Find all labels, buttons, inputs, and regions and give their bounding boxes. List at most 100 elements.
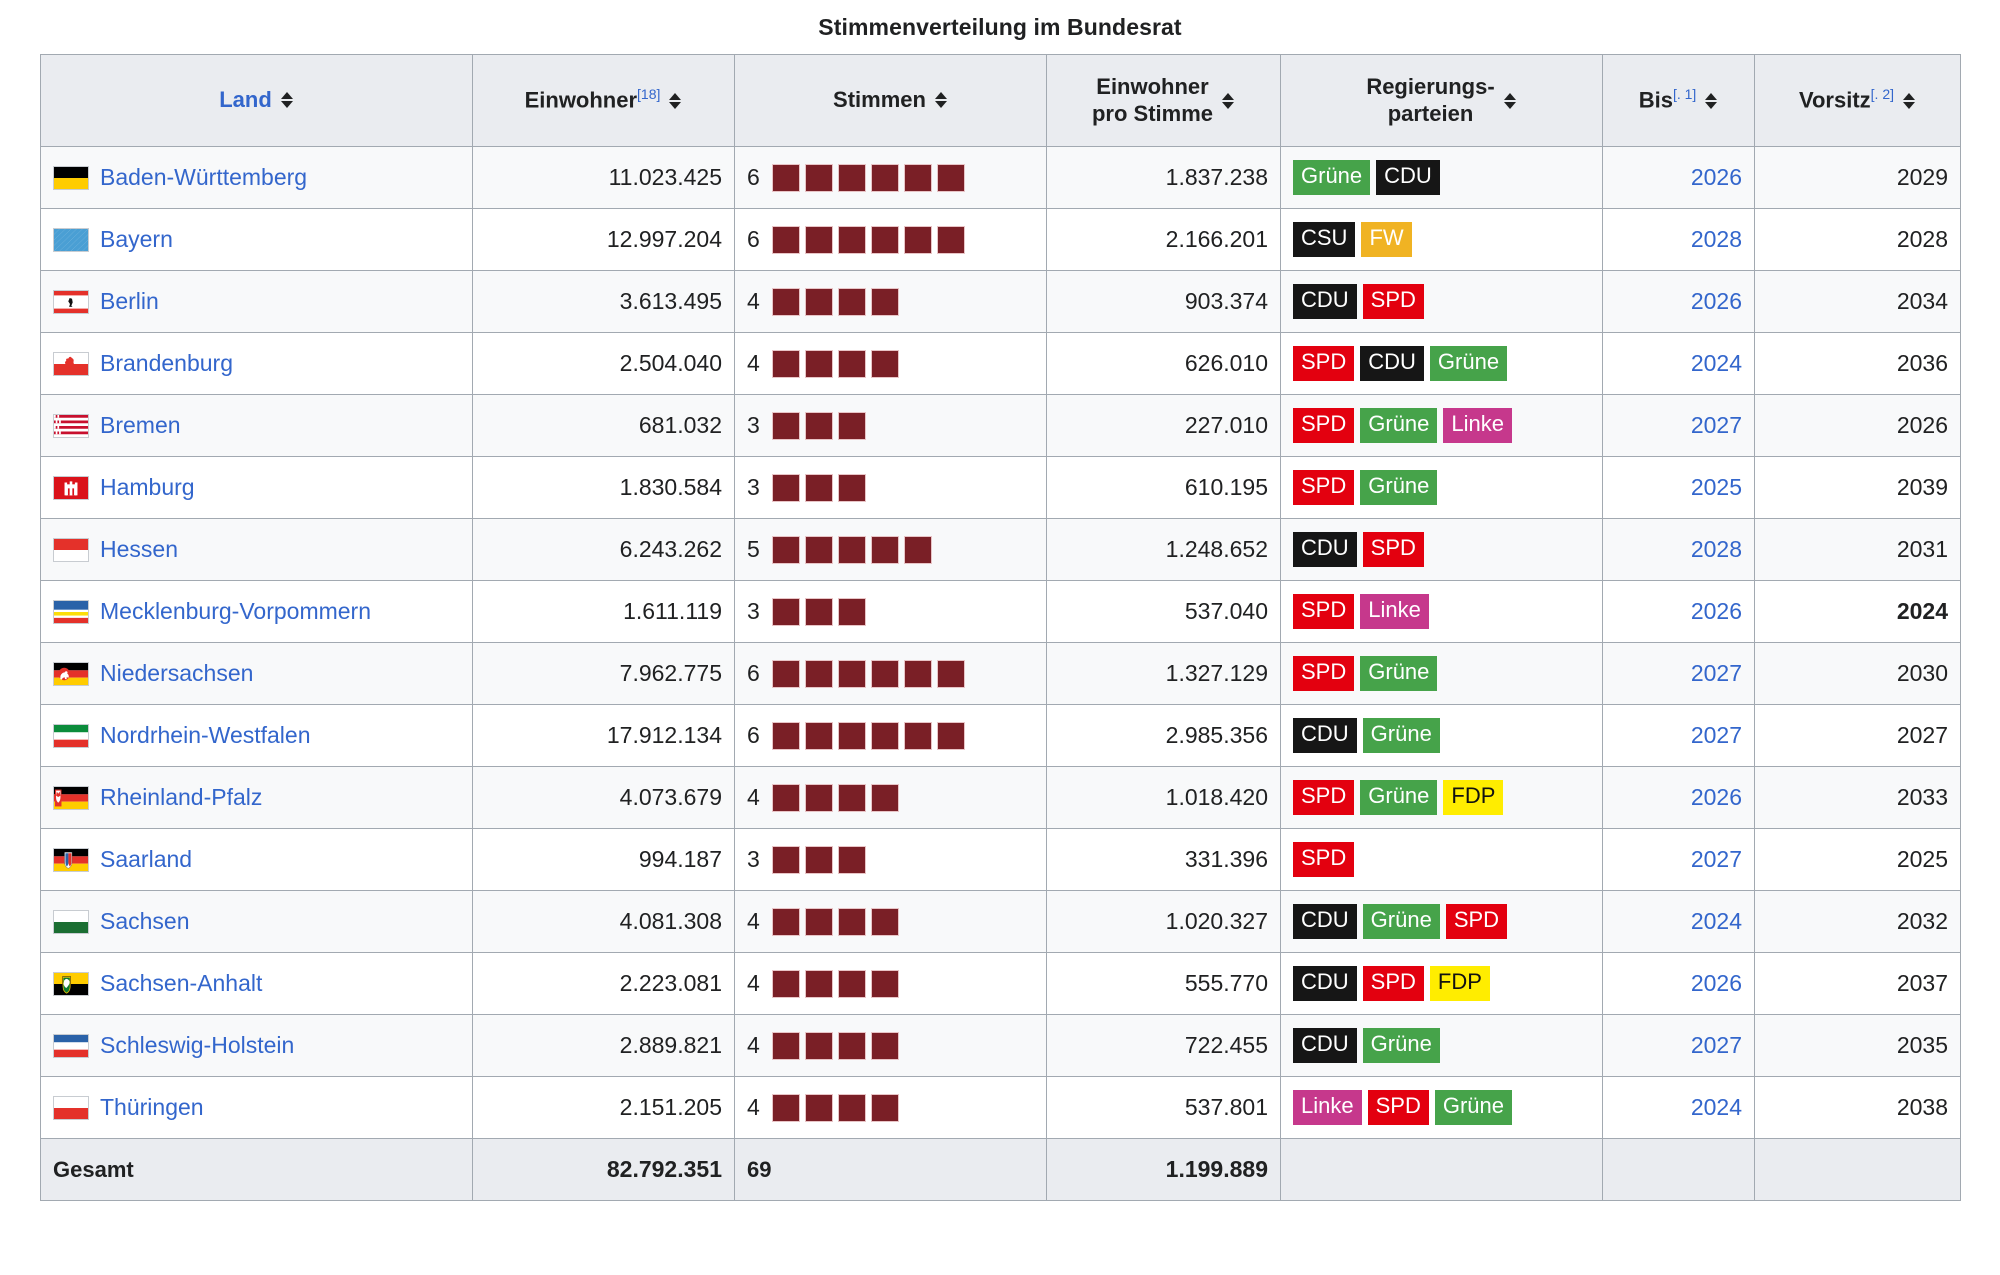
bis-year-link[interactable]: 2024 (1691, 1094, 1742, 1120)
cell-stimmen: 6 (734, 704, 1047, 767)
land-link[interactable]: Bayern (100, 226, 173, 253)
sort-icon-vorsitz[interactable] (1902, 92, 1916, 109)
party-badge[interactable]: FDP (1443, 780, 1504, 815)
party-badge[interactable]: SPD (1293, 346, 1355, 381)
land-link[interactable]: Saarland (100, 846, 192, 873)
party-badge[interactable]: Grüne (1434, 1090, 1512, 1125)
bis-year-link[interactable]: 2027 (1691, 722, 1742, 748)
column-header-regierungsparteien[interactable]: Regierungs-parteien (1280, 54, 1603, 147)
sort-icon-stimmen[interactable] (934, 92, 948, 109)
party-badge[interactable]: Linke (1293, 1090, 1362, 1125)
party-badge[interactable]: CDU (1293, 718, 1357, 753)
bis-year-link[interactable]: 2026 (1691, 598, 1742, 624)
party-badge[interactable]: SPD (1362, 532, 1424, 567)
bis-year-link[interactable]: 2024 (1691, 350, 1742, 376)
column-header-land[interactable]: Land (40, 54, 473, 147)
land-link[interactable]: Sachsen-Anhalt (100, 970, 262, 997)
sort-icon-einwohner-pro-stimme[interactable] (1221, 92, 1235, 109)
party-badge[interactable]: SPD (1293, 780, 1355, 815)
bis-year-link[interactable]: 2027 (1691, 660, 1742, 686)
flag-schleswig-holstein-icon (53, 1033, 89, 1058)
cell-einwohner-pro-stimme: 1.020.327 (1046, 890, 1281, 953)
flag-niedersachsen-icon (53, 661, 89, 686)
party-badge[interactable]: Grüne (1360, 470, 1438, 505)
party-badge[interactable]: CDU (1293, 904, 1357, 939)
land-link[interactable]: Rheinland-Pfalz (100, 784, 262, 811)
cell-einwohner: 6.243.262 (472, 518, 735, 581)
land-link[interactable]: Berlin (100, 288, 159, 315)
party-badge[interactable]: SPD (1293, 470, 1355, 505)
party-badge[interactable]: CDU (1293, 966, 1357, 1001)
land-link[interactable]: Sachsen (100, 908, 190, 935)
land-link[interactable]: Bremen (100, 412, 181, 439)
party-badge[interactable]: FDP (1429, 966, 1490, 1001)
party-badge[interactable]: Grüne (1293, 160, 1371, 195)
party-badge[interactable]: CDU (1376, 160, 1440, 195)
bis-year-link[interactable]: 2028 (1691, 226, 1742, 252)
sort-icon-regierungsparteien[interactable] (1503, 92, 1517, 109)
land-link[interactable]: Hamburg (100, 474, 195, 501)
vote-square (838, 411, 866, 440)
column-header-einwohner-pro-stimme[interactable]: Einwohner pro Stimme (1046, 54, 1281, 147)
party-badge[interactable]: SPD (1293, 408, 1355, 443)
sort-icon-einwohner[interactable] (668, 92, 682, 109)
party-badge[interactable]: Grüne (1429, 346, 1508, 381)
bis-year-link[interactable]: 2026 (1691, 970, 1742, 996)
party-badge[interactable]: Grüne (1362, 718, 1440, 753)
land-link[interactable]: Schleswig-Holstein (100, 1032, 294, 1059)
cell-land: Bayern (40, 208, 473, 271)
bis-year-link[interactable]: 2025 (1691, 474, 1742, 500)
party-badge[interactable]: SPD (1362, 966, 1424, 1001)
party-badge[interactable]: Linke (1443, 408, 1512, 443)
column-header-stimmen[interactable]: Stimmen (734, 54, 1047, 147)
party-badge[interactable]: SPD (1293, 594, 1355, 629)
party-badge[interactable]: SPD (1293, 842, 1355, 877)
bis-year-link[interactable]: 2026 (1691, 164, 1742, 190)
stimmen-count: 4 (747, 908, 760, 934)
cell-regierungsparteien: SPD Grüne (1280, 642, 1603, 705)
land-link[interactable]: Niedersachsen (100, 660, 253, 687)
sort-icon-bis[interactable] (1704, 92, 1718, 109)
footnote-marker-2[interactable]: [. 2] (1871, 86, 1894, 102)
party-badge[interactable]: SPD (1367, 1090, 1429, 1125)
reference-marker-18[interactable]: [18] (637, 86, 660, 102)
land-link[interactable]: Nordrhein-Westfalen (100, 722, 311, 749)
footnote-marker-1[interactable]: [. 1] (1673, 86, 1696, 102)
bis-year-link[interactable]: 2028 (1691, 536, 1742, 562)
bis-year-link[interactable]: 2026 (1691, 784, 1742, 810)
cell-land: Brandenburg (40, 332, 473, 395)
party-badge[interactable]: SPD (1293, 656, 1355, 691)
party-badge[interactable]: FW (1361, 222, 1412, 257)
party-badge[interactable]: Linke (1360, 594, 1429, 629)
land-link[interactable]: Thüringen (100, 1094, 204, 1121)
party-badge[interactable]: Grüne (1360, 656, 1438, 691)
bis-year-link[interactable]: 2026 (1691, 288, 1742, 314)
party-badge[interactable]: Grüne (1362, 1028, 1440, 1063)
party-badge[interactable]: Grüne (1362, 904, 1440, 939)
column-header-bis[interactable]: Bis[. 1] (1602, 54, 1755, 147)
party-badge[interactable]: SPD (1445, 904, 1508, 939)
sort-icon-land[interactable] (280, 92, 294, 109)
party-badge[interactable]: CDU (1360, 346, 1424, 381)
party-badge[interactable]: CSU (1293, 222, 1356, 257)
vote-squares (772, 1093, 899, 1122)
party-badge[interactable]: SPD (1362, 284, 1424, 319)
cell-stimmen: 6 (734, 642, 1047, 705)
flag-saarland-icon (53, 847, 89, 872)
bis-year-link[interactable]: 2027 (1691, 1032, 1742, 1058)
bis-year-link[interactable]: 2027 (1691, 846, 1742, 872)
land-link[interactable]: Hessen (100, 536, 178, 563)
party-badge[interactable]: CDU (1293, 1028, 1357, 1063)
land-link[interactable]: Baden-Württemberg (100, 164, 307, 191)
party-badge[interactable]: Grüne (1360, 780, 1438, 815)
column-header-einwohner[interactable]: Einwohner[18] (472, 54, 735, 147)
land-link[interactable]: Mecklenburg-Vorpommern (100, 598, 371, 625)
bis-year-link[interactable]: 2027 (1691, 412, 1742, 438)
party-badge[interactable]: CDU (1293, 532, 1357, 567)
party-badge[interactable]: CDU (1293, 284, 1357, 319)
column-header-vorsitz[interactable]: Vorsitz[. 2] (1754, 54, 1961, 147)
cell-einwohner-pro-stimme: 555.770 (1046, 952, 1281, 1015)
land-link[interactable]: Brandenburg (100, 350, 233, 377)
bis-year-link[interactable]: 2024 (1691, 908, 1742, 934)
party-badge[interactable]: Grüne (1360, 408, 1438, 443)
